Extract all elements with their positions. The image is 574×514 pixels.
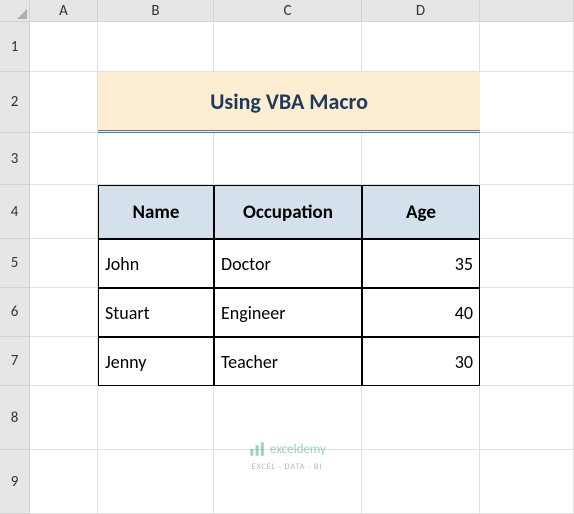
cell-a8[interactable] [30,386,98,450]
table-row[interactable]: 40 [362,288,480,337]
table-row[interactable]: Jenny [98,337,214,386]
cell-a6[interactable] [30,288,98,337]
table-row[interactable]: 30 [362,337,480,386]
cell-a7[interactable] [30,337,98,386]
table-row[interactable]: John [98,239,214,288]
cell-c1[interactable] [214,22,362,72]
cell-e2[interactable] [480,72,574,133]
title-merged-cell[interactable]: Using VBA Macro [98,72,480,133]
cell-b9[interactable] [98,450,214,514]
cell-b8[interactable] [98,386,214,450]
row-header-5[interactable]: 5 [0,239,30,288]
cell-d8[interactable] [362,386,480,450]
row-header-9[interactable]: 9 [0,450,30,514]
cell-a5[interactable] [30,239,98,288]
cell-e8[interactable] [480,386,574,450]
table-row[interactable]: Doctor [214,239,362,288]
row-header-7[interactable]: 7 [0,337,30,386]
cell-d9[interactable] [362,450,480,514]
cell-c9[interactable] [214,450,362,514]
row-header-3[interactable]: 3 [0,133,30,185]
cell-e1[interactable] [480,22,574,72]
table-header-name[interactable]: Name [98,185,214,239]
cell-a3[interactable] [30,133,98,185]
row-header-8[interactable]: 8 [0,386,30,450]
watermark: exceldemy [248,440,326,458]
cell-e5[interactable] [480,239,574,288]
col-header-c[interactable]: C [214,0,362,22]
table-row[interactable]: Engineer [214,288,362,337]
select-all-corner[interactable] [0,0,30,22]
spreadsheet-grid: A B C D 1 2 Using VBA Macro 3 4 Name Occ… [0,0,574,514]
cell-c3[interactable] [214,133,362,185]
cell-e7[interactable] [480,337,574,386]
table-row[interactable]: 35 [362,239,480,288]
cell-b1[interactable] [98,22,214,72]
cell-d3[interactable] [362,133,480,185]
col-header-blank [480,0,574,22]
col-header-d[interactable]: D [362,0,480,22]
row-header-6[interactable]: 6 [0,288,30,337]
cell-e4[interactable] [480,185,574,239]
cell-a9[interactable] [30,450,98,514]
cell-a2[interactable] [30,72,98,133]
col-header-b[interactable]: B [98,0,214,22]
cell-e9[interactable] [480,450,574,514]
cell-b3[interactable] [98,133,214,185]
cell-d1[interactable] [362,22,480,72]
cell-a1[interactable] [30,22,98,72]
watermark-subtext: EXCEL · DATA · BI [252,462,323,472]
table-row[interactable]: Stuart [98,288,214,337]
row-header-2[interactable]: 2 [0,72,30,133]
cell-e6[interactable] [480,288,574,337]
row-header-1[interactable]: 1 [0,22,30,72]
row-header-4[interactable]: 4 [0,185,30,239]
watermark-text: exceldemy [270,442,326,457]
table-header-age[interactable]: Age [362,185,480,239]
col-header-a[interactable]: A [30,0,98,22]
cell-a4[interactable] [30,185,98,239]
table-row[interactable]: Teacher [214,337,362,386]
chart-icon [248,440,266,458]
table-header-occupation[interactable]: Occupation [214,185,362,239]
cell-e3[interactable] [480,133,574,185]
